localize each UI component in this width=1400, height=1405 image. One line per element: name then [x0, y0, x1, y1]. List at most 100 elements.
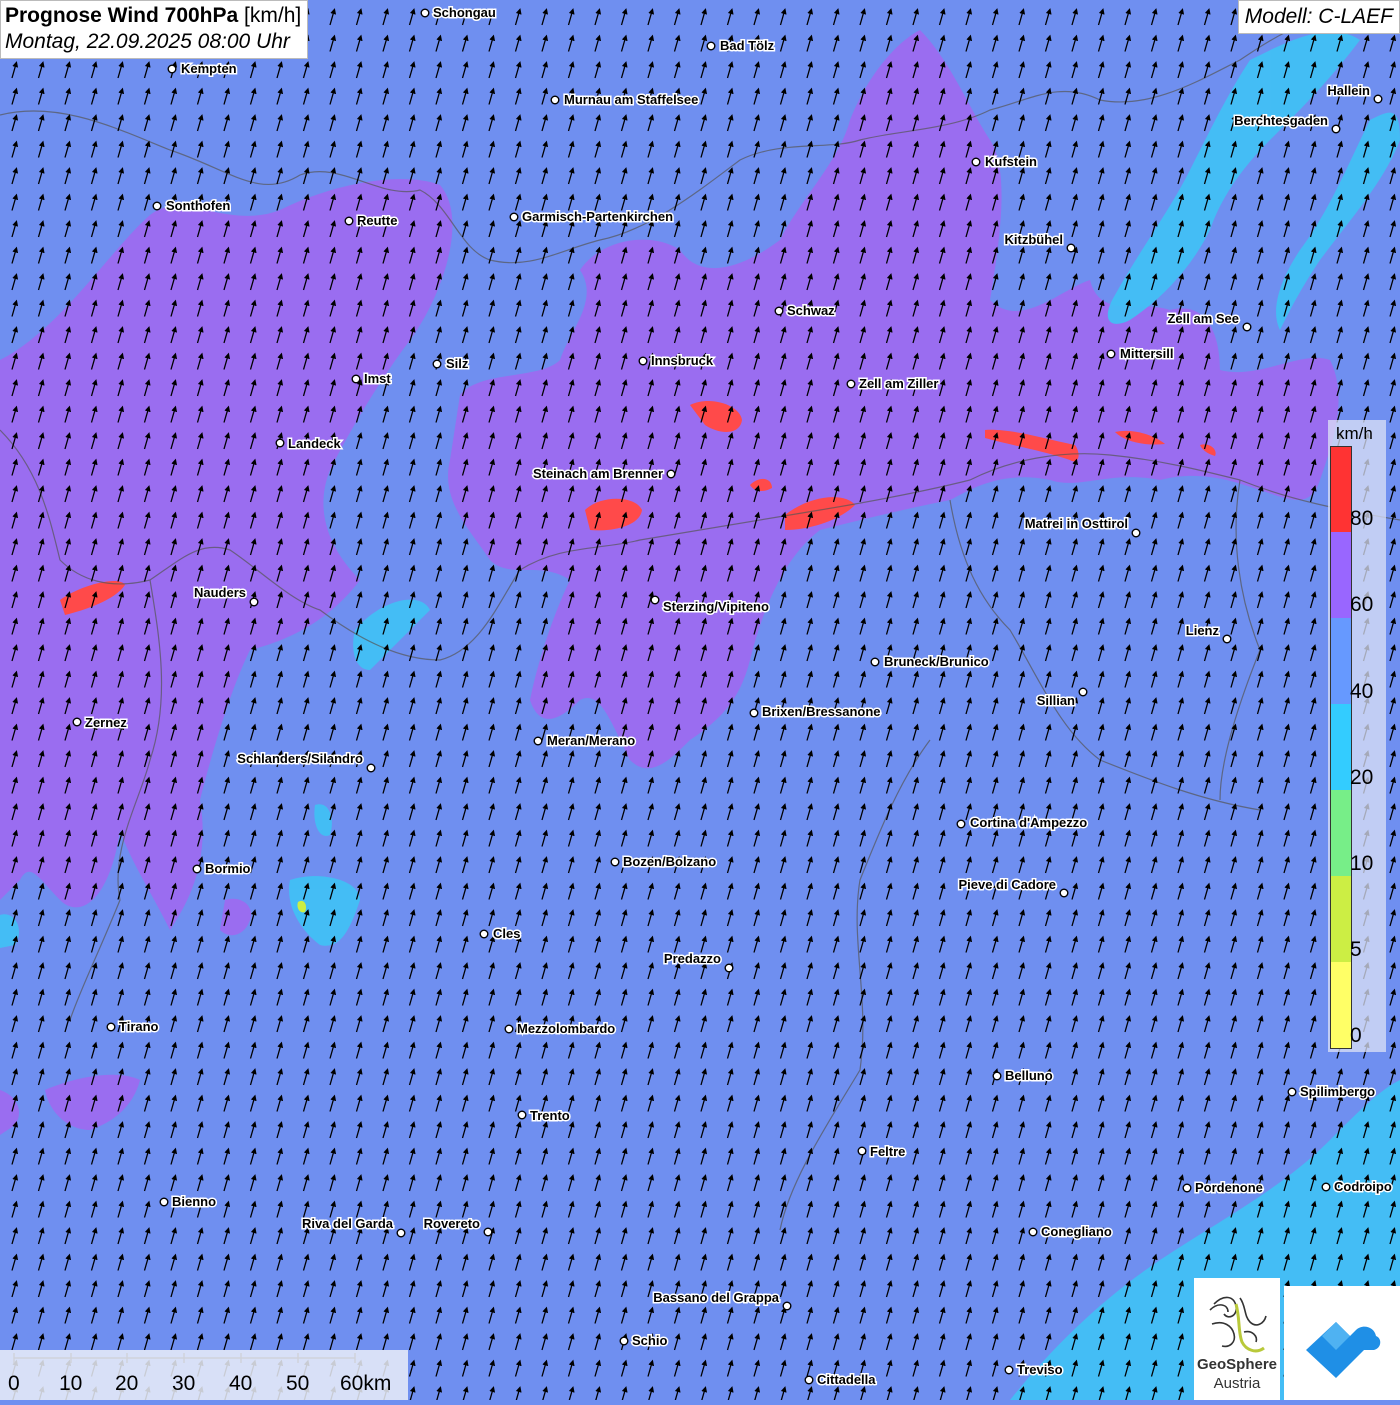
- legend-swatch-60: [1330, 532, 1352, 618]
- city-dot: [724, 963, 734, 973]
- city-label: Zell am Ziller: [859, 376, 938, 391]
- geosphere-logo[interactable]: GeoSphere Austria: [1194, 1278, 1280, 1400]
- city-dot: [509, 212, 519, 222]
- scale-label-40: 40: [229, 1372, 253, 1395]
- city-label: Cortina d'Ampezzo: [970, 815, 1087, 830]
- city-dot: [1078, 687, 1088, 697]
- city-dot: [774, 306, 784, 316]
- city-dot: [666, 469, 676, 479]
- scale-label-50: 50: [286, 1372, 310, 1395]
- city-dot: [1373, 94, 1383, 104]
- city-label: Nauders: [194, 585, 246, 600]
- weather-app-logo[interactable]: [1284, 1286, 1400, 1400]
- city-marker: Schongau: [420, 4, 497, 22]
- city-dot: [1004, 1365, 1014, 1375]
- city-label: Treviso: [1017, 1362, 1063, 1377]
- legend-unit: km/h: [1336, 424, 1373, 443]
- city-label: Riva del Garda: [302, 1216, 394, 1231]
- city-dot: [275, 438, 285, 448]
- city-marker: Pordenone: [1182, 1179, 1264, 1197]
- legend-swatch-5: [1330, 876, 1352, 962]
- city-label: Rovereto: [424, 1216, 480, 1231]
- city-label: Murnau am Staffelsee: [564, 92, 698, 107]
- city-marker: Spilimbergo: [1287, 1083, 1377, 1101]
- city-label: Feltre: [870, 1144, 905, 1159]
- city-dot: [650, 595, 660, 605]
- city-label: Kempten: [181, 61, 237, 76]
- city-label: Mittersill: [1120, 346, 1173, 361]
- city-label: Bad Tölz: [720, 38, 775, 53]
- city-label: Steinach am Brenner: [533, 466, 663, 481]
- legend-swatch-20: [1330, 704, 1352, 790]
- city-label: Brixen/Bressanone: [762, 704, 881, 719]
- city-marker: Cortina d'Ampezzo: [956, 814, 1089, 832]
- city-label: Sillian: [1037, 693, 1075, 708]
- city-dot: [971, 157, 981, 167]
- city-marker: Garmisch-Partenkirchen: [509, 208, 675, 226]
- city-dot: [857, 1146, 867, 1156]
- city-dot: [1182, 1183, 1192, 1193]
- city-dot: [366, 763, 376, 773]
- city-dot: [1287, 1087, 1297, 1097]
- city-label: Innsbruck: [651, 353, 714, 368]
- city-label: Bormio: [205, 861, 251, 876]
- city-label: Hallein: [1327, 83, 1370, 98]
- city-dot: [782, 1301, 792, 1311]
- city-label: Meran/Merano: [547, 733, 635, 748]
- city-marker: Mezzolombardo: [504, 1020, 617, 1038]
- city-dot: [483, 1227, 493, 1237]
- city-label: Reutte: [357, 213, 397, 228]
- city-label: Trento: [530, 1108, 570, 1123]
- scale-label-10: 10: [59, 1372, 83, 1395]
- city-marker: Brixen/Bressanone: [749, 703, 882, 721]
- city-dot: [192, 864, 202, 874]
- city-dot: [420, 8, 430, 18]
- city-label: Tirano: [119, 1019, 159, 1034]
- city-dot: [396, 1228, 406, 1238]
- city-label: Zernez: [85, 715, 127, 730]
- city-dot: [1321, 1182, 1331, 1192]
- city-dot: [351, 374, 361, 384]
- city-dot: [533, 736, 543, 746]
- city-dot: [106, 1022, 116, 1032]
- city-label: Schwaz: [787, 303, 835, 318]
- city-label: Matrei in Osttirol: [1025, 516, 1128, 531]
- legend-label-0: 0: [1350, 1024, 1362, 1047]
- city-label: Predazzo: [664, 951, 721, 966]
- city-label: Bruneck/Brunico: [884, 654, 989, 669]
- city-dot: [992, 1071, 1002, 1081]
- city-dot: [1106, 349, 1116, 359]
- city-dot: [517, 1110, 527, 1120]
- legend-swatch-0: [1330, 962, 1352, 1049]
- map-title-unit: [km/h]: [244, 4, 302, 27]
- legend-label-10: 10: [1350, 852, 1374, 875]
- city-label: Mezzolombardo: [517, 1021, 615, 1036]
- city-dot: [344, 216, 354, 226]
- city-dot: [846, 379, 856, 389]
- city-label: Imst: [364, 371, 391, 386]
- city-label: Pieve di Cadore: [958, 877, 1056, 892]
- city-marker: Conegliano: [1028, 1223, 1113, 1241]
- city-label: Schio: [632, 1333, 667, 1348]
- city-marker: Sterzing/Vipiteno: [650, 595, 770, 616]
- scale-label-60km: 60km: [340, 1372, 392, 1395]
- legend-label-20: 20: [1350, 766, 1374, 789]
- city-label: Belluno: [1005, 1068, 1053, 1083]
- city-dot: [1066, 243, 1076, 253]
- legend-label-80: 80: [1350, 507, 1374, 530]
- map-title: Prognose Wind 700hPa [km/h]: [5, 4, 301, 28]
- city-dot: [610, 857, 620, 867]
- scale-label-30: 30: [172, 1372, 196, 1395]
- city-marker: Innsbruck: [638, 352, 715, 370]
- city-dot: [550, 95, 560, 105]
- city-dot: [706, 41, 716, 51]
- city-dot: [72, 717, 82, 727]
- city-dot: [1331, 124, 1341, 134]
- city-dot: [1059, 888, 1069, 898]
- city-dot: [956, 819, 966, 829]
- city-dot: [870, 657, 880, 667]
- city-dot: [804, 1375, 814, 1385]
- forecast-datetime: Montag, 22.09.2025 08:00 Uhr: [5, 30, 290, 53]
- legend-label-40: 40: [1350, 680, 1374, 703]
- map-title-text: Prognose Wind 700hPa: [5, 4, 239, 27]
